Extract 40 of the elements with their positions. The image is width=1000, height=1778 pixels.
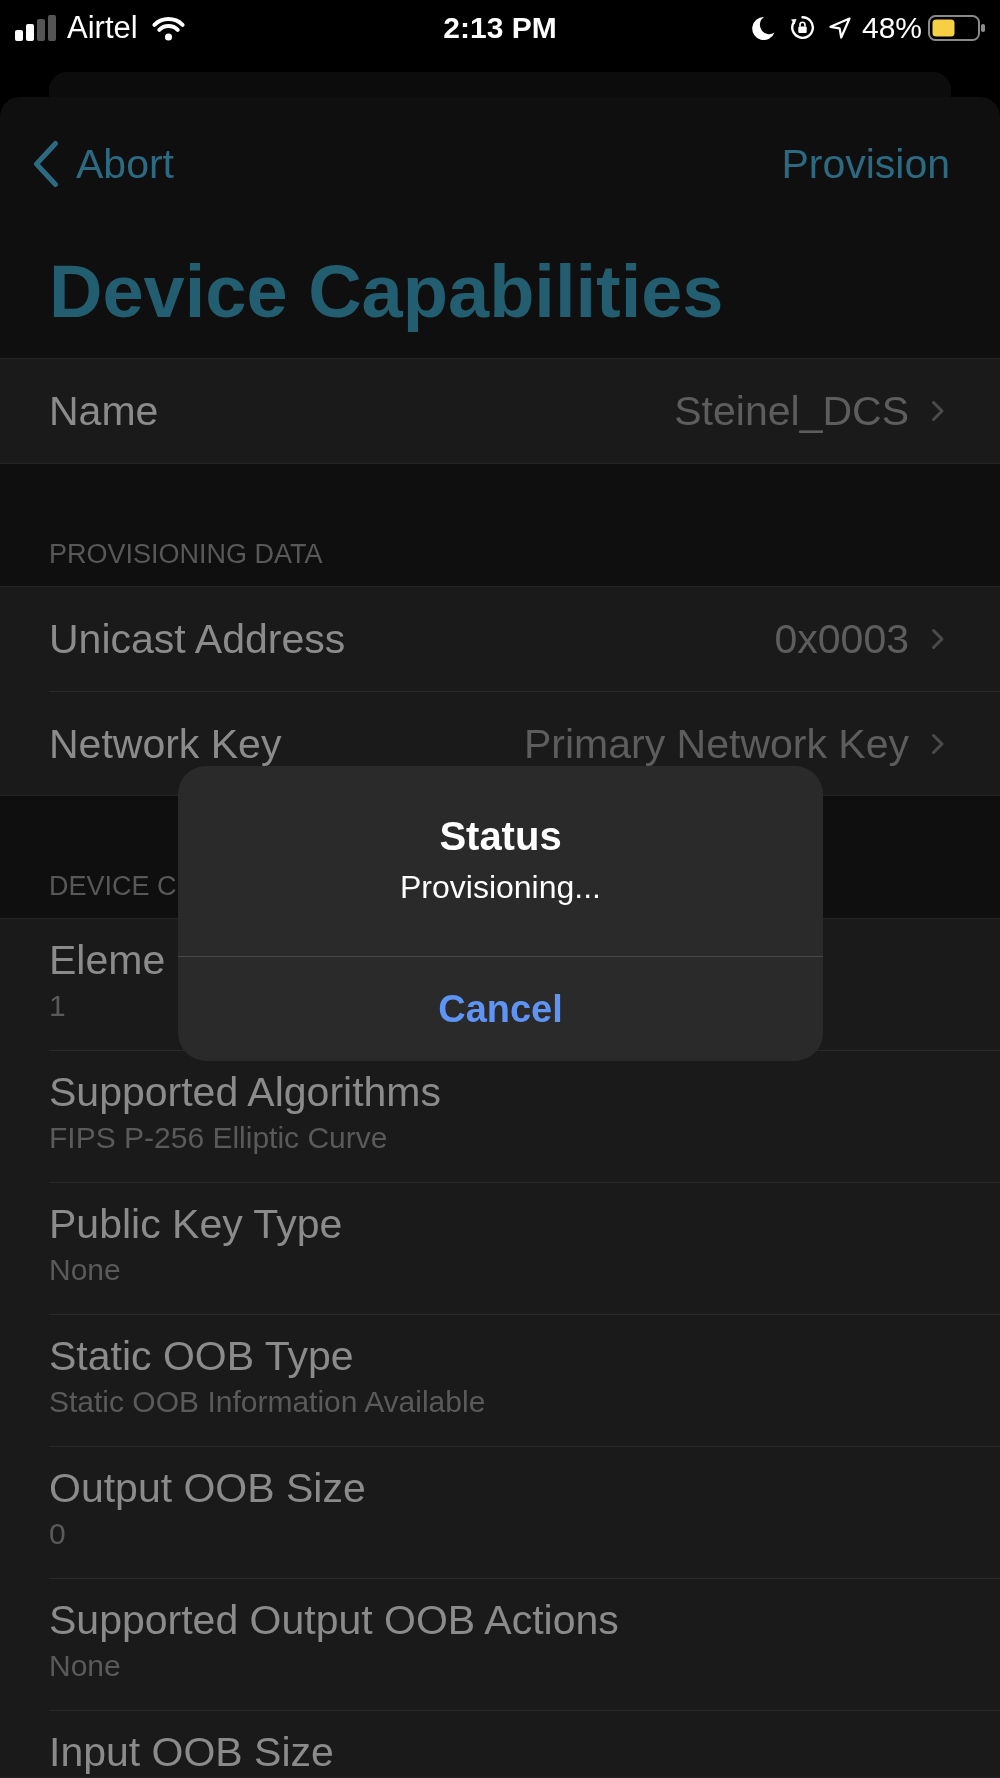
row-value: Steinel_DCS [674, 387, 909, 435]
battery-percentage: 48% [861, 9, 922, 46]
row-label: Name [49, 387, 159, 435]
chevron-right-icon [931, 628, 945, 650]
row-label: Public Key Type [49, 1201, 343, 1247]
chevron-left-icon [32, 140, 59, 188]
row-detail: None [49, 1648, 121, 1684]
page-title: Device Capabilities [48, 249, 725, 335]
row-label: Input OOB Size [49, 1729, 334, 1775]
row-label: Static OOB Type [49, 1333, 354, 1379]
row-label: Unicast Address [49, 615, 346, 663]
row-detail: 0 [49, 1516, 66, 1552]
row-detail: FIPS P-256 Elliptic Curve [49, 1120, 388, 1156]
chevron-right-icon [931, 400, 945, 422]
rotation-lock-icon [789, 15, 815, 40]
signal-icon [15, 14, 56, 41]
alert-message: Provisioning... [400, 868, 601, 906]
row-label: Supported Algorithms [49, 1069, 441, 1115]
row-detail: 1 [49, 988, 66, 1024]
row-label: Output OOB Size [49, 1465, 366, 1511]
battery-icon [928, 14, 985, 41]
section-header: DEVICE C [49, 870, 177, 903]
location-arrow-icon [828, 16, 851, 39]
alert-button[interactable]: Cancel [178, 957, 823, 1061]
wifi-icon [150, 14, 186, 41]
row-value: 0x0003 [774, 615, 909, 663]
moon-icon [751, 15, 775, 40]
row-detail: None [49, 1252, 121, 1288]
back-button[interactable]: Abort [32, 139, 174, 189]
alert-title: Status [439, 813, 562, 860]
clock-time: 2:13 PM [443, 10, 557, 44]
row-value: Primary Network Key [524, 719, 909, 768]
carrier-name: Airtel [67, 9, 138, 46]
row-detail: Static OOB Information Available [49, 1384, 486, 1420]
section-header: PROVISIONING DATA [49, 538, 323, 571]
chevron-right-icon [931, 732, 945, 755]
row-label: Supported Output OOB Actions [49, 1597, 619, 1643]
provision-button[interactable]: Provision [781, 139, 950, 189]
row-label: Eleme [49, 937, 166, 983]
row-label: Network Key [49, 719, 282, 768]
